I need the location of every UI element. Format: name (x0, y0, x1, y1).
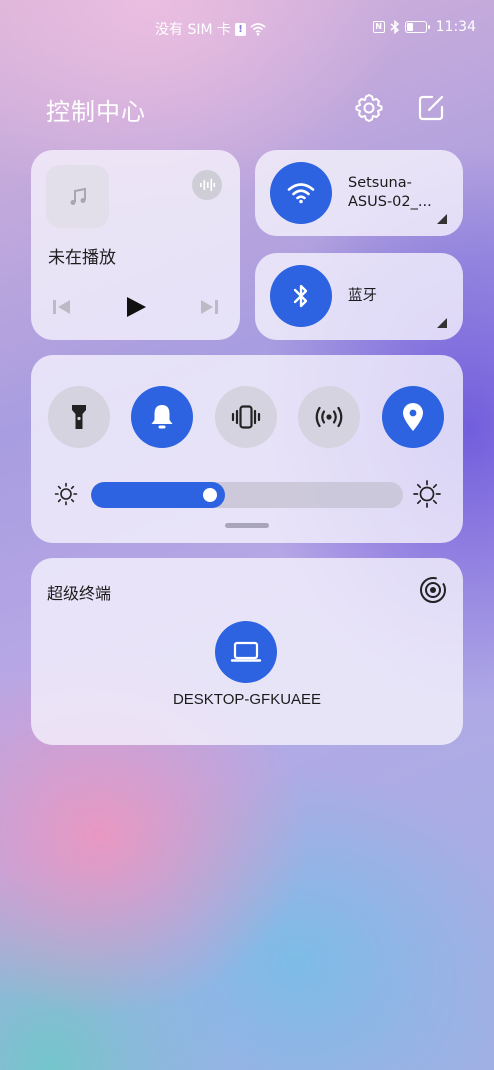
flashlight-icon (72, 405, 86, 429)
bluetooth-tile[interactable]: 蓝牙 (255, 253, 463, 340)
wifi-tile[interactable]: Setsuna- ASUS-02_... (255, 150, 463, 236)
edit-icon[interactable] (415, 92, 447, 124)
page-title: 控制中心 (46, 98, 146, 126)
status-carrier: 没有 SIM 卡 ! (155, 19, 266, 39)
super-device-card: 超级终端 DESKTOP-GFKUAEE (31, 558, 463, 745)
hotspot-icon (315, 406, 343, 428)
status-bar: 没有 SIM 卡 ! N 11:34 (0, 0, 494, 56)
brightness-row (51, 479, 443, 509)
clock: 11:34 (435, 19, 476, 35)
wifi-status-icon (250, 23, 266, 36)
vibrate-icon (231, 405, 261, 429)
battery-icon (404, 21, 430, 33)
media-card[interactable]: 未在播放 (31, 150, 240, 340)
super-device-title: 超级终端 (47, 584, 112, 603)
bluetooth-status-icon (390, 20, 399, 34)
sim-alert-icon: ! (235, 22, 246, 36)
nfc-icon: N (372, 21, 385, 33)
quick-toggles-card (31, 355, 463, 543)
bluetooth-toggle[interactable] (270, 265, 332, 327)
battery-fill (406, 23, 413, 31)
wifi-expand-icon[interactable] (437, 214, 447, 224)
wifi-toggle[interactable] (270, 162, 332, 224)
desktop-device-button[interactable] (215, 621, 277, 683)
bluetooth-label: 蓝牙 (348, 288, 377, 304)
wifi-network-name: Setsuna- ASUS-02_... (348, 174, 432, 212)
wifi-network-line1: Setsuna- (348, 175, 412, 191)
wifi-network-line2: ASUS-02_... (348, 194, 432, 210)
super-device-target-icon[interactable] (419, 576, 447, 604)
location-toggle[interactable] (382, 386, 444, 448)
album-art (46, 165, 109, 228)
expand-handle[interactable] (225, 523, 269, 528)
settings-icon[interactable] (353, 92, 385, 124)
status-right: N 11:34 (372, 19, 476, 35)
brightness-slider[interactable] (91, 482, 403, 508)
next-icon[interactable] (198, 296, 220, 318)
sound-toggle[interactable] (131, 386, 193, 448)
audio-output-button[interactable] (192, 170, 222, 200)
wifi-icon (287, 183, 315, 204)
sound-wave-icon (200, 179, 216, 191)
laptop-icon (230, 641, 262, 662)
brightness-low-icon (54, 482, 78, 506)
previous-icon[interactable] (51, 296, 73, 318)
bluetooth-icon (293, 284, 308, 308)
vibrate-toggle[interactable] (215, 386, 277, 448)
play-icon[interactable] (125, 296, 147, 318)
location-icon (403, 403, 423, 431)
music-note-icon (70, 187, 86, 205)
bell-icon (151, 405, 173, 429)
bluetooth-expand-icon[interactable] (437, 318, 447, 328)
brightness-slider-knob[interactable] (203, 488, 217, 502)
carrier-text: 没有 SIM 卡 (155, 22, 231, 38)
hotspot-toggle[interactable] (298, 386, 360, 448)
desktop-device-name: DESKTOP-GFKUAEE (172, 691, 322, 708)
brightness-high-icon (413, 480, 441, 508)
media-status: 未在播放 (48, 248, 116, 268)
flashlight-toggle[interactable] (48, 386, 110, 448)
